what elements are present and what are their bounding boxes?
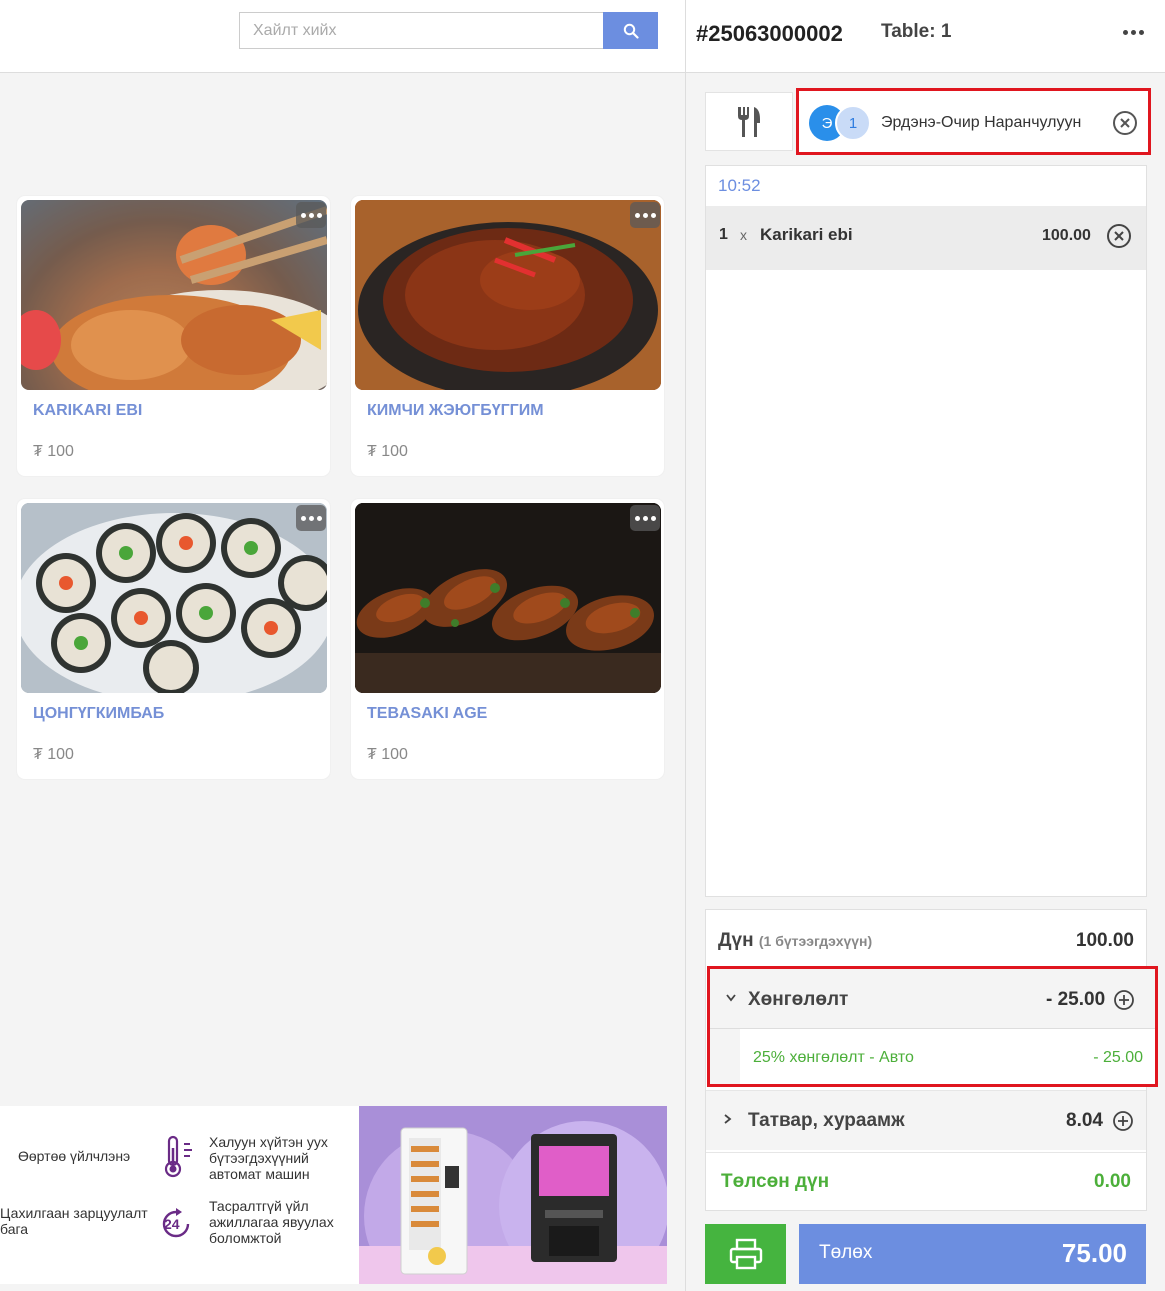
banner-feature-text: Халуун хүйтэн уух бүтээгдэхүүний автомат… [209,1134,328,1182]
discount-label: Хөнгөлөлт [748,989,849,1010]
promo-image [359,1106,667,1284]
order-number: #25063000002 [696,21,843,46]
search-icon [623,23,639,39]
product-name: TEBASAKI AGE [367,705,488,722]
discount-section: Хөнгөлөлт - 25.00 25% хөнгөлөлт - Авто -… [707,966,1158,1087]
order-pane: #25063000002 Table: 1 Э 1 Эрдэнэ-Очир На… [685,0,1165,1291]
discount-detail-row: 25% хөнгөлөлт - Авто - 25.00 [740,1029,1155,1084]
product-image [355,503,661,693]
customer-name: Эрдэнэ-Очир Наранчулуун [881,114,1082,131]
subtotal-row: Дүн (1 бүтээгдэхүүн) 100.00 [706,910,1146,968]
product-card[interactable]: KARIKARI EBI ₮ 100 [17,196,330,476]
search-button[interactable] [603,12,658,49]
more-options-button[interactable] [296,505,326,531]
tax-label: Татвар, хураамж [748,1110,905,1131]
product-price: ₮ 100 [367,443,408,460]
add-tax-icon[interactable] [1112,1110,1134,1132]
discount-value: - 25.00 [1046,989,1106,1010]
more-options-button[interactable] [630,505,660,531]
thermometer-icon [164,1135,192,1178]
customer-chip: Э 1 Эрдэнэ-Очир Наранчулуун [809,103,1138,143]
product-image [355,200,661,390]
customer-selector[interactable]: Э 1 Эрдэнэ-Очир Наранчулуун [796,88,1151,155]
product-price: ₮ 100 [367,746,408,763]
add-discount-icon[interactable] [1113,989,1135,1011]
customer-count-badge: 1 [835,105,871,141]
pay-amount: 75.00 [1061,1238,1127,1268]
24-hours-icon: 24 [158,1206,194,1242]
pay-label: Төлөх [819,1242,873,1263]
fork-knife-icon [738,106,760,137]
chevron-down-icon [726,994,736,1002]
paid-value: 0.00 [1094,1171,1131,1192]
tax-value: 8.04 [1066,1110,1103,1131]
discount-detail-label: 25% хөнгөлөлт - Авто [753,1049,914,1066]
banner-feature-text: Цахилгаан зарцуулалт бага [0,1205,148,1237]
banner-feature-text: Тасралтгүй үйл ажиллагаа явуулах боломжт… [209,1198,334,1246]
print-button[interactable] [705,1224,786,1284]
paid-row: Төлсөн дүн 0.00 [706,1152,1146,1210]
order-items-list: 10:52 1 x Karikari ebi 100.00 [705,165,1147,897]
product-name: ЦОНГҮГКИМБАБ [33,705,165,722]
subtotal-value: 100.00 [1075,930,1134,951]
24-hours-icon-label: 24 [164,1216,180,1232]
discount-detail-value: - 25.00 [1093,1049,1143,1066]
product-pane: KARIKARI EBI ₮ 100 КИМЧИ ЖЭЮГБҮГГИМ ₮ 10… [0,0,685,1291]
product-card[interactable]: TEBASAKI AGE ₮ 100 [351,499,664,779]
chevron-right-icon [724,1114,732,1124]
printer-icon [729,1238,762,1270]
remove-item-icon[interactable] [1106,223,1132,249]
more-menu-icon[interactable] [1123,30,1144,35]
table-label: Table: 1 [881,21,952,42]
dine-in-button[interactable] [705,92,793,151]
product-price: ₮ 100 [33,746,74,763]
order-item-row[interactable]: 1 x Karikari ebi 100.00 [706,206,1146,270]
search-box [239,12,658,49]
product-card[interactable]: ЦОНГҮГКИМБАБ ₮ 100 [17,499,330,779]
more-options-button[interactable] [630,202,660,228]
item-quantity: 1 [719,226,728,243]
subtotal-label: Дүн (1 бүтээгдэхүүн) [718,930,873,951]
pay-button[interactable]: Төлөх 75.00 [799,1224,1146,1284]
order-header: #25063000002 Table: 1 [686,0,1165,73]
item-amount: 100.00 [1042,227,1091,244]
order-time: 10:52 [718,176,761,195]
product-toolbar [0,0,685,73]
quantity-multiplier: x [740,227,747,243]
remove-customer-icon[interactable] [1112,110,1138,136]
product-image [21,503,327,693]
product-price: ₮ 100 [33,443,74,460]
product-name: КИМЧИ ЖЭЮГБҮГГИМ [367,402,544,419]
product-name: KARIKARI EBI [33,402,143,419]
search-input[interactable] [239,12,603,49]
discount-header[interactable]: Хөнгөлөлт - 25.00 [710,969,1155,1029]
product-card[interactable]: КИМЧИ ЖЭЮГБҮГГИМ ₮ 100 [351,196,664,476]
item-name: Karikari ebi [760,225,853,244]
banner-feature-text: Өөртөө үйлчлэнэ [18,1148,131,1164]
product-image [21,200,327,390]
promo-banner[interactable]: Өөртөө үйлчлэнэ Халуун хүйтэн уух бүтээг… [0,1106,667,1284]
paid-label: Төлсөн дүн [721,1171,830,1192]
tax-row[interactable]: Татвар, хураамж 8.04 [706,1090,1146,1150]
subtotal-count: (1 бүтээгдэхүүн) [758,933,873,949]
more-options-button[interactable] [296,202,326,228]
